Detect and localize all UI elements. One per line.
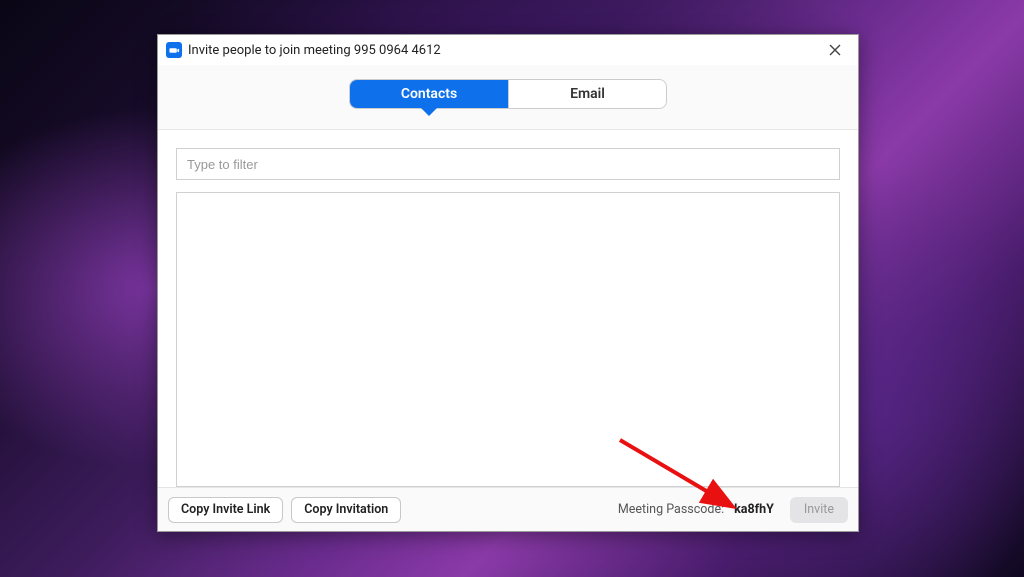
- invite-dialog: Invite people to join meeting 995 0964 4…: [157, 34, 859, 532]
- tab-email-label: Email: [570, 86, 605, 102]
- window-title: Invite people to join meeting 995 0964 4…: [188, 43, 820, 58]
- copy-invitation-label: Copy Invitation: [304, 502, 388, 517]
- content-area: [158, 130, 858, 487]
- passcode-label: Meeting Passcode:: [618, 502, 724, 517]
- close-icon: [829, 44, 841, 56]
- invite-button[interactable]: Invite: [790, 497, 848, 523]
- tab-group: Contacts Email: [349, 79, 667, 109]
- tab-section: Contacts Email: [158, 65, 858, 130]
- tab-active-indicator-icon: [421, 108, 437, 116]
- titlebar: Invite people to join meeting 995 0964 4…: [158, 35, 858, 65]
- copy-invite-link-label: Copy Invite Link: [181, 502, 270, 517]
- filter-input[interactable]: [176, 148, 840, 180]
- close-button[interactable]: [820, 35, 850, 65]
- copy-invite-link-button[interactable]: Copy Invite Link: [168, 497, 283, 523]
- passcode-value: ka8fhY: [734, 502, 774, 517]
- footer: Copy Invite Link Copy Invitation Meeting…: [158, 487, 858, 531]
- contacts-list[interactable]: [176, 192, 840, 487]
- tab-email[interactable]: Email: [508, 80, 666, 108]
- tab-contacts-label: Contacts: [401, 86, 457, 102]
- tab-contacts[interactable]: Contacts: [350, 80, 508, 108]
- copy-invitation-button[interactable]: Copy Invitation: [291, 497, 401, 523]
- invite-button-label: Invite: [804, 502, 834, 517]
- zoom-app-icon: [166, 42, 182, 58]
